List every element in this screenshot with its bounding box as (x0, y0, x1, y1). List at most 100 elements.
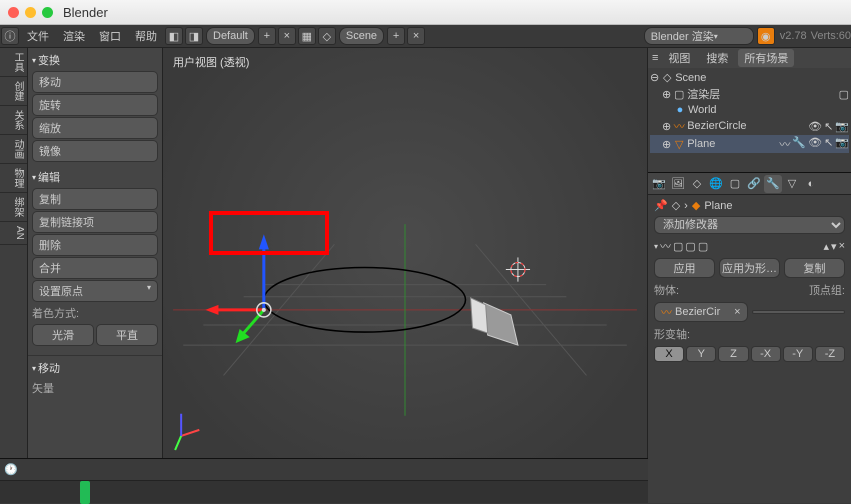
flat-button[interactable]: 平直 (96, 324, 158, 346)
window-zoom[interactable] (42, 7, 53, 18)
duplicate-button[interactable]: 复制 (32, 188, 158, 210)
outliner-bezier[interactable]: BezierCircle (687, 120, 746, 132)
outliner-search-menu[interactable]: 搜索 (700, 49, 734, 67)
axis-nz[interactable]: -Z (815, 346, 845, 362)
scene-add-icon[interactable]: + (387, 27, 405, 45)
scene-browse-icon[interactable]: ▦ (298, 27, 316, 45)
layout-next-icon[interactable]: ◨ (185, 27, 203, 45)
menu-file[interactable]: 文件 (20, 26, 56, 46)
outliner-renderlayers[interactable]: 渲染层 (687, 86, 720, 102)
outliner-world[interactable]: World (688, 104, 717, 116)
mod-visible-edit-icon[interactable]: ▢ (698, 240, 708, 253)
outliner-scene[interactable]: Scene (675, 72, 706, 84)
menu-window[interactable]: 窗口 (92, 26, 128, 46)
transform-header[interactable]: ▾变换 (32, 50, 158, 70)
view3d-scene (163, 48, 647, 481)
stats-verts: Verts:60 (811, 30, 851, 42)
screen-layout-label: Default (213, 30, 248, 42)
screen-layout-field[interactable]: Default (206, 27, 255, 45)
tab-animation[interactable]: 动画 (0, 135, 27, 164)
outliner-filter[interactable]: 所有场景 (738, 49, 794, 67)
axis-z[interactable]: Z (718, 346, 748, 362)
duplicate-linked-button[interactable]: 复制链接项 (32, 211, 158, 233)
mirror-button[interactable]: 镜像 (32, 140, 158, 162)
add-modifier-select[interactable]: 添加修改器 (654, 216, 845, 234)
prop-modifier-icon[interactable]: 🔧 (764, 175, 782, 193)
axis-widget (175, 414, 199, 450)
modifier-collapse-icon[interactable]: ▾ (654, 242, 658, 251)
delete-button[interactable]: 删除 (32, 234, 158, 256)
timeline-editor-icon[interactable]: 🕐 (4, 463, 18, 476)
mod-visible-render-icon[interactable]: ▢ (685, 240, 695, 253)
scene-del-icon[interactable]: × (407, 27, 425, 45)
mod-visible-viewport-icon[interactable]: ▢ (673, 240, 683, 253)
window-titlebar: Blender (0, 0, 851, 25)
copy-modifier-button[interactable]: 复制 (784, 258, 845, 278)
mod-delete-icon[interactable]: × (839, 240, 845, 252)
mod-moveup-icon[interactable]: ▴ (824, 240, 830, 253)
viewport-3d: 用户视图 (透视) (163, 48, 648, 503)
scene-icon[interactable]: ◇ (318, 27, 336, 45)
timeline-playhead[interactable] (80, 481, 90, 504)
pin-icon[interactable]: 📌 (654, 199, 668, 212)
view3d-canvas[interactable]: 用户视图 (透视) (163, 48, 647, 481)
shading-label: 着色方式: (32, 303, 158, 323)
rotate-button[interactable]: 旋转 (32, 94, 158, 116)
prop-scene-icon[interactable]: ◇ (688, 175, 706, 193)
join-button[interactable]: 合并 (32, 257, 158, 279)
last-op-header[interactable]: ▾移动 (32, 358, 158, 378)
menu-help[interactable]: 帮助 (128, 26, 164, 46)
curve-object-field[interactable]: 〰BezierCir× (654, 302, 748, 322)
mod-movedown-icon[interactable]: ▾ (831, 240, 837, 253)
breadcrumb-scene-icon: ◇ (672, 199, 680, 212)
edit-header[interactable]: ▾编辑 (32, 167, 158, 187)
layout-del-icon[interactable]: × (278, 27, 296, 45)
outliner-plane[interactable]: Plane (687, 138, 715, 150)
layout-prev-icon[interactable]: ◧ (165, 27, 183, 45)
tab-an[interactable]: AN (0, 222, 27, 245)
apply-as-shape-button[interactable]: 应用为形… (719, 258, 780, 278)
blender-logo-icon: ◉ (757, 27, 775, 45)
vgroup-label: 顶点组: (809, 282, 845, 298)
axis-nx[interactable]: -X (751, 346, 781, 362)
timeline-track[interactable] (0, 481, 648, 504)
tab-rig[interactable]: 绑架 (0, 193, 27, 222)
outliner-tree[interactable]: ⊖◇Scene ⊕▢渲染层▢ ●World ⊕〰BezierCircle👁↖📷 … (648, 68, 851, 172)
window-close[interactable] (8, 7, 19, 18)
outliner-editor-icon[interactable]: ≡ (652, 52, 658, 64)
smooth-button[interactable]: 光滑 (32, 324, 94, 346)
menu-render[interactable]: 渲染 (56, 26, 92, 46)
breadcrumb-object-icon: ◆ (692, 199, 700, 212)
scale-button[interactable]: 缩放 (32, 117, 158, 139)
prop-constraint-icon[interactable]: 🔗 (745, 175, 763, 193)
render-engine-label: Blender 渲染 (651, 28, 714, 44)
cursor-3d (506, 257, 530, 281)
prop-world-icon[interactable]: 🌐 (707, 175, 725, 193)
vgroup-field[interactable] (752, 310, 846, 314)
axis-x[interactable]: X (654, 346, 684, 362)
prop-renderlayer-icon[interactable]: 🖼 (669, 175, 687, 193)
layout-add-icon[interactable]: + (258, 27, 276, 45)
axis-y[interactable]: Y (686, 346, 716, 362)
scene-field[interactable]: Scene (339, 27, 384, 45)
outliner-view-menu[interactable]: 视图 (662, 49, 696, 67)
prop-data-icon[interactable]: ▽ (783, 175, 801, 193)
prop-material-icon[interactable]: ◐ (802, 175, 820, 193)
tab-relations[interactable]: 关系 (0, 106, 27, 135)
translate-button[interactable]: 移动 (32, 71, 158, 93)
prop-object-icon[interactable]: ▢ (726, 175, 744, 193)
outliner: ≡ 视图 搜索 所有场景 ⊖◇Scene ⊕▢渲染层▢ ●World ⊕〰Bez… (648, 48, 851, 173)
tab-create[interactable]: 创建 (0, 77, 27, 106)
axis-ny[interactable]: -Y (783, 346, 813, 362)
apply-button[interactable]: 应用 (654, 258, 715, 278)
tool-tabs: 工具 创建 关系 动画 物理 绑架 AN (0, 48, 28, 503)
window-minimize[interactable] (25, 7, 36, 18)
tab-physics[interactable]: 物理 (0, 164, 27, 193)
prop-render-icon[interactable]: 📷 (650, 175, 668, 193)
version-label: v2.78 (780, 30, 807, 42)
tool-shelf: ▾变换 移动 旋转 缩放 镜像 ▾编辑 复制 复制链接项 删除 合并 设置原点▾… (28, 48, 163, 503)
tab-tools[interactable]: 工具 (0, 48, 27, 77)
set-origin-button[interactable]: 设置原点▾ (32, 280, 158, 302)
render-engine-field[interactable]: Blender 渲染 ▾ (644, 27, 754, 45)
editor-type-icon[interactable]: ⓘ (1, 27, 19, 45)
